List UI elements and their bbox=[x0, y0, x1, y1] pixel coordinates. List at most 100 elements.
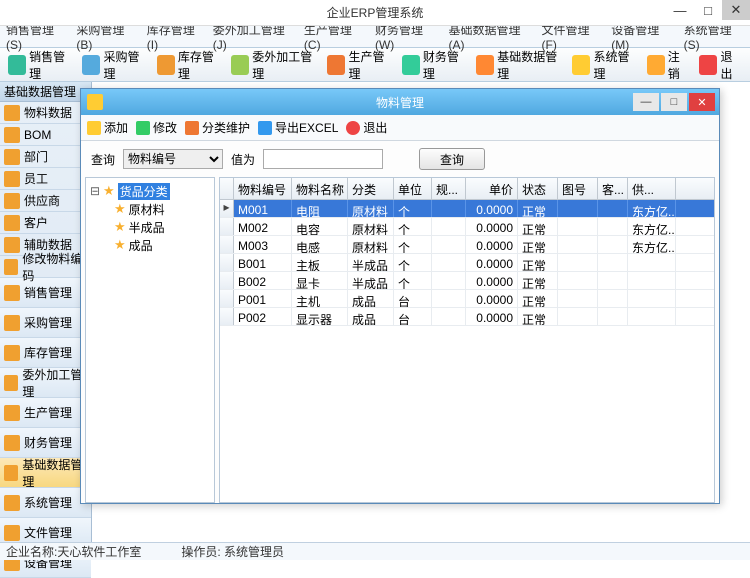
export-icon bbox=[258, 121, 272, 135]
maximize-button[interactable]: □ bbox=[694, 0, 722, 20]
search-button[interactable]: 查询 bbox=[419, 148, 485, 170]
column-header[interactable]: 规... bbox=[432, 178, 466, 199]
column-header[interactable]: 物料名称 bbox=[292, 178, 348, 199]
toolbar-item[interactable]: 注销 bbox=[643, 46, 694, 84]
sidebar-module[interactable]: 库存管理 bbox=[0, 338, 91, 368]
sidebar-module[interactable]: 采购管理 bbox=[0, 308, 91, 338]
module-icon bbox=[4, 435, 20, 451]
minimize-button[interactable]: — bbox=[666, 0, 694, 20]
window-icon bbox=[87, 94, 103, 110]
child-title: 物料管理 bbox=[376, 94, 424, 111]
child-maximize-button[interactable]: □ bbox=[661, 93, 687, 111]
toolbar-icon bbox=[572, 55, 590, 75]
toolbar-icon bbox=[231, 55, 249, 75]
table-row[interactable]: M002电容原材料个0.0000正常东方亿... bbox=[220, 218, 714, 236]
sidebar: 基础数据管理 « 物料数据BOM部门员工供应商客户辅助数据修改物料编码 销售管理… bbox=[0, 82, 92, 560]
toolbar-item[interactable]: 基础数据管理 bbox=[472, 46, 566, 84]
sidebar-module[interactable]: 系统管理 bbox=[0, 488, 91, 518]
toolbar-icon bbox=[647, 55, 665, 75]
toolbar-item[interactable]: 生产管理 bbox=[323, 46, 395, 84]
toolbar-item[interactable]: 库存管理 bbox=[153, 46, 225, 84]
table-row[interactable]: M003电感原材料个0.0000正常东方亿... bbox=[220, 236, 714, 254]
category-tree: ⊟★货品分类 ★原材料★半成品★成品 bbox=[85, 177, 215, 503]
sidebar-module[interactable]: 财务管理 bbox=[0, 428, 91, 458]
child-minimize-button[interactable]: — bbox=[633, 93, 659, 111]
sidebar-icon bbox=[4, 105, 20, 121]
sidebar-module[interactable]: 基础数据管理 bbox=[0, 458, 91, 488]
grid-header: 物料编号物料名称分类单位规...单价状态图号客...供... bbox=[220, 178, 714, 200]
toolbar-item[interactable]: 委外加工管理 bbox=[227, 46, 321, 84]
table-row[interactable]: ▸M001电阻原材料个0.0000正常东方亿... bbox=[220, 200, 714, 218]
module-icon bbox=[4, 315, 20, 331]
toolbar-icon bbox=[327, 55, 345, 75]
export-button[interactable]: 导出EXCEL bbox=[258, 119, 338, 136]
column-header[interactable]: 客... bbox=[598, 178, 628, 199]
star-icon: ★ bbox=[114, 237, 126, 253]
toolbar-icon bbox=[82, 55, 100, 75]
column-header[interactable]: 物料编号 bbox=[234, 178, 292, 199]
sidebar-item[interactable]: 修改物料编码 bbox=[0, 256, 91, 278]
sidebar-item[interactable]: 物料数据 bbox=[0, 102, 91, 124]
sidebar-icon bbox=[4, 149, 20, 165]
column-header[interactable]: 状态 bbox=[518, 178, 558, 199]
table-row[interactable]: B002显卡半成品个0.0000正常 bbox=[220, 272, 714, 290]
toolbar-item[interactable]: 系统管理 bbox=[568, 46, 640, 84]
module-icon bbox=[4, 285, 20, 301]
search-label: 查询 bbox=[91, 151, 115, 168]
app-title: 企业ERP管理系统 bbox=[327, 4, 424, 21]
search-input[interactable] bbox=[263, 149, 383, 169]
sidebar-module[interactable]: 委外加工管理 bbox=[0, 368, 91, 398]
sidebar-item[interactable]: 供应商 bbox=[0, 190, 91, 212]
search-field-select[interactable]: 物料编号 bbox=[123, 149, 223, 169]
module-icon bbox=[4, 525, 20, 541]
sidebar-icon bbox=[4, 171, 20, 187]
column-header[interactable]: 分类 bbox=[348, 178, 394, 199]
value-label: 值为 bbox=[231, 151, 255, 168]
star-icon: ★ bbox=[114, 201, 126, 217]
table-row[interactable]: P001主机成品台0.0000正常 bbox=[220, 290, 714, 308]
app-titlebar: 企业ERP管理系统 — □ ✕ bbox=[0, 0, 750, 26]
material-grid: 物料编号物料名称分类单位规...单价状态图号客...供... ▸M001电阻原材… bbox=[219, 177, 715, 503]
toolbar-item[interactable]: 销售管理 bbox=[4, 46, 76, 84]
sidebar-icon bbox=[4, 237, 20, 253]
exit-icon bbox=[346, 121, 360, 135]
module-icon bbox=[4, 345, 20, 361]
sidebar-title: 基础数据管理 bbox=[4, 83, 76, 100]
toolbar-item[interactable]: 退出 bbox=[695, 46, 746, 84]
sidebar-icon bbox=[4, 193, 20, 209]
toolbar-item[interactable]: 采购管理 bbox=[78, 46, 150, 84]
edit-icon bbox=[136, 121, 150, 135]
add-icon bbox=[87, 121, 101, 135]
sidebar-item[interactable]: BOM bbox=[0, 124, 91, 146]
sidebar-item[interactable]: 员工 bbox=[0, 168, 91, 190]
toolbar-icon bbox=[8, 55, 26, 75]
column-header[interactable]: 图号 bbox=[558, 178, 598, 199]
add-button[interactable]: 添加 bbox=[87, 119, 128, 136]
sidebar-icon bbox=[4, 127, 20, 143]
tree-node[interactable]: ★成品 bbox=[90, 236, 210, 254]
toolbar-icon bbox=[402, 55, 420, 75]
toolbar-icon bbox=[476, 55, 494, 75]
module-icon bbox=[4, 495, 20, 511]
category-button[interactable]: 分类维护 bbox=[185, 119, 250, 136]
toolbar-item[interactable]: 财务管理 bbox=[398, 46, 470, 84]
table-row[interactable]: B001主板半成品个0.0000正常 bbox=[220, 254, 714, 272]
module-icon bbox=[4, 465, 18, 481]
column-header[interactable]: 供... bbox=[628, 178, 676, 199]
exit-button[interactable]: 退出 bbox=[346, 119, 387, 136]
child-close-button[interactable]: ✕ bbox=[689, 93, 715, 111]
sidebar-item[interactable]: 客户 bbox=[0, 212, 91, 234]
column-header[interactable]: 单价 bbox=[466, 178, 518, 199]
sidebar-module[interactable]: 生产管理 bbox=[0, 398, 91, 428]
table-row[interactable]: P002显示器成品台0.0000正常 bbox=[220, 308, 714, 326]
module-icon bbox=[4, 405, 20, 421]
edit-button[interactable]: 修改 bbox=[136, 119, 177, 136]
toolbar-icon bbox=[157, 55, 175, 75]
tree-root[interactable]: ⊟★货品分类 bbox=[90, 182, 210, 200]
close-button[interactable]: ✕ bbox=[722, 0, 750, 20]
sidebar-item[interactable]: 部门 bbox=[0, 146, 91, 168]
tree-node[interactable]: ★原材料 bbox=[90, 200, 210, 218]
tree-node[interactable]: ★半成品 bbox=[90, 218, 210, 236]
child-toolbar: 添加 修改 分类维护 导出EXCEL 退出 bbox=[81, 115, 719, 141]
column-header[interactable]: 单位 bbox=[394, 178, 432, 199]
